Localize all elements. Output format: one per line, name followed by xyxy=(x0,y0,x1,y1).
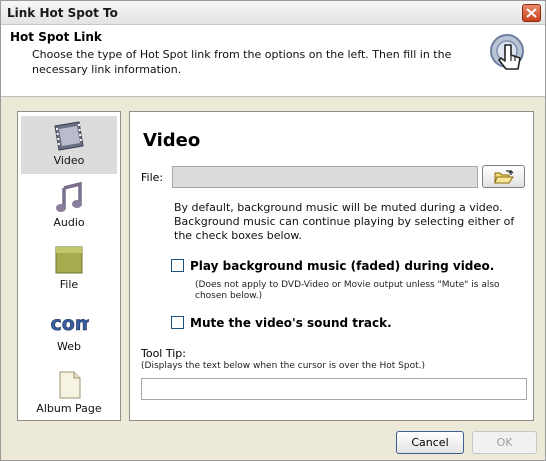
header-panel: Hot Spot Link Choose the type of Hot Spo… xyxy=(1,25,545,97)
header-title: Hot Spot Link xyxy=(10,30,102,44)
mute-soundtrack-checkbox[interactable] xyxy=(171,316,184,329)
sidebar-item-label: Video xyxy=(53,154,85,167)
tooltip-note: (Displays the text below when the cursor… xyxy=(141,361,425,371)
close-icon xyxy=(526,8,537,18)
folder-icon xyxy=(55,246,83,274)
sidebar-item-file[interactable]: File xyxy=(21,242,117,300)
page-icon xyxy=(59,371,81,399)
browse-button[interactable] xyxy=(482,165,525,188)
music-note-icon xyxy=(56,182,82,212)
window-title: Link Hot Spot To xyxy=(7,6,118,20)
link-hot-spot-dialog: Link Hot Spot To Hot Spot Link Choose th… xyxy=(0,0,546,461)
open-folder-icon xyxy=(494,170,514,184)
file-path-field[interactable] xyxy=(172,166,478,188)
play-background-music-checkbox[interactable] xyxy=(171,259,184,272)
header-description: Choose the type of Hot Spot link from th… xyxy=(32,48,452,76)
title-bar[interactable]: Link Hot Spot To xyxy=(1,1,545,25)
sidebar-item-label: Audio xyxy=(53,216,85,229)
sidebar-item-web[interactable]: .com Web xyxy=(21,306,117,362)
close-button[interactable] xyxy=(522,4,541,22)
sidebar-item-video[interactable]: Video xyxy=(21,116,117,174)
video-link-panel: Video File: By default, background music… xyxy=(129,111,534,421)
svg-text:.com: .com xyxy=(49,313,89,335)
background-music-info: By default, background music will be mut… xyxy=(174,201,515,242)
play-background-music-label[interactable]: Play background music (faded) during vid… xyxy=(190,259,494,273)
sidebar-item-label: File xyxy=(59,278,79,291)
web-icon: .com xyxy=(49,313,89,336)
tooltip-text-field[interactable] xyxy=(141,378,527,400)
play-background-music-note: (Does not apply to DVD-Video or Movie ou… xyxy=(195,280,500,301)
ok-button[interactable]: OK xyxy=(472,431,537,454)
hand-pointer-icon xyxy=(490,34,524,70)
mute-soundtrack-label[interactable]: Mute the video's sound track. xyxy=(190,316,392,330)
link-type-sidebar: Video Audio File .com Web xyxy=(17,111,121,421)
film-icon xyxy=(54,121,84,151)
tooltip-label: Tool Tip: xyxy=(141,347,186,360)
sidebar-item-album-page[interactable]: Album Page xyxy=(21,368,117,420)
sidebar-item-label: Album Page xyxy=(36,402,102,415)
panel-title: Video xyxy=(143,130,201,151)
sidebar-item-audio[interactable]: Audio xyxy=(21,180,117,236)
file-label: File: xyxy=(141,171,164,184)
cancel-button[interactable]: Cancel xyxy=(396,431,464,454)
sidebar-item-label: Web xyxy=(57,340,81,353)
